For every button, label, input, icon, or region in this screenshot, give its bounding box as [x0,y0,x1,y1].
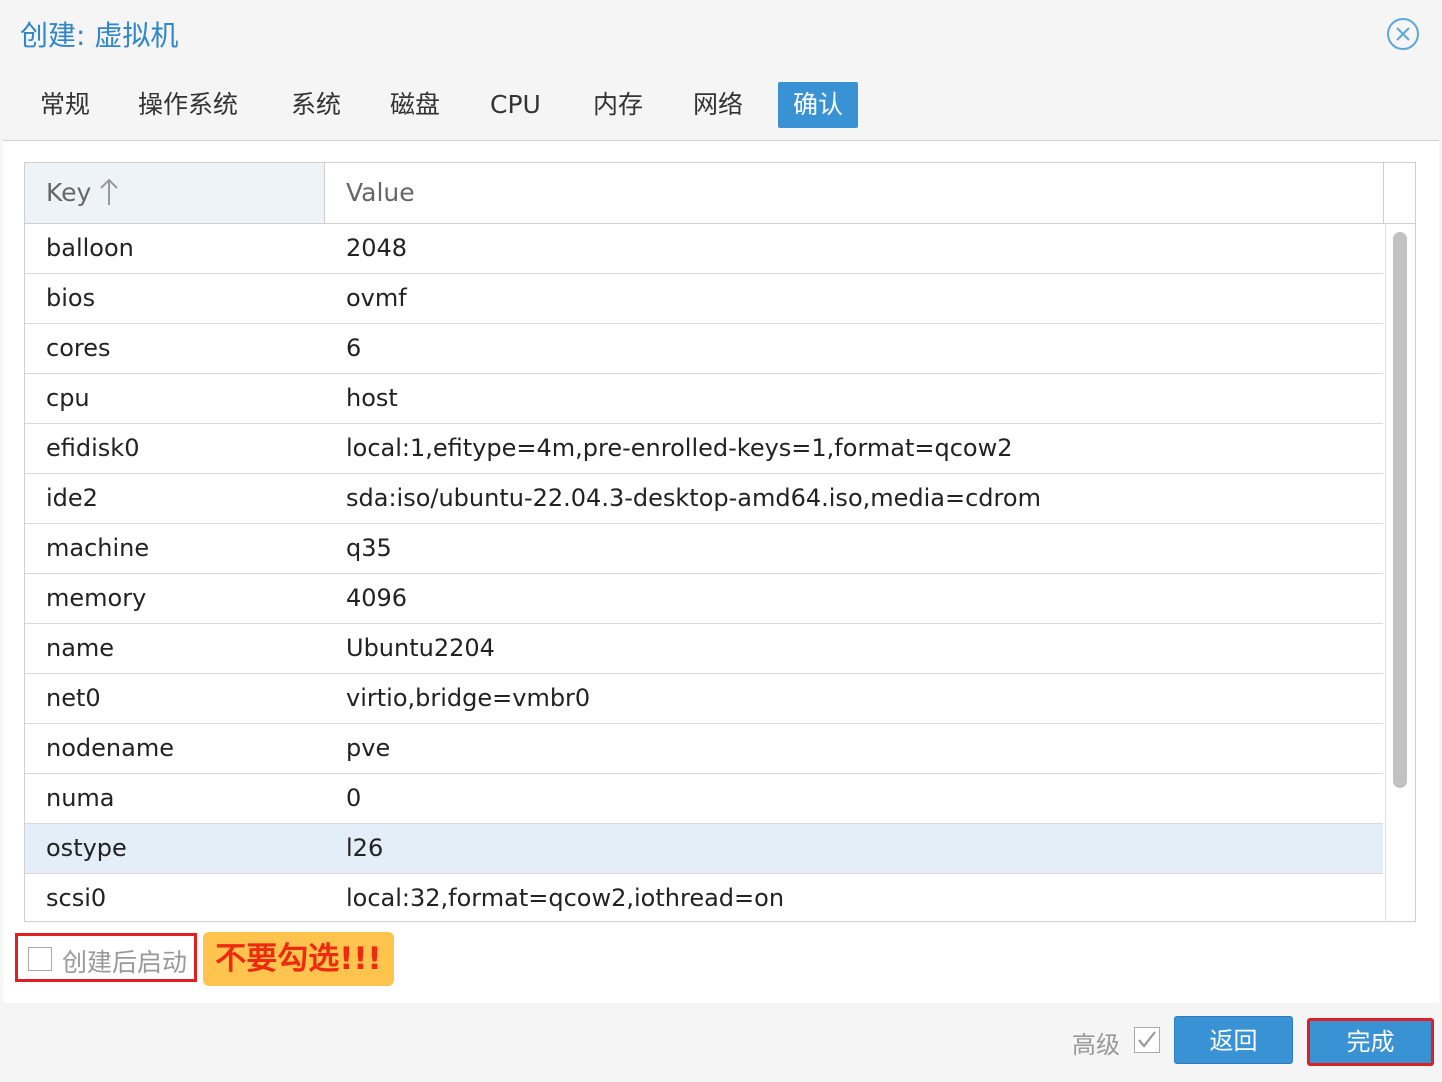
tab-system[interactable]: 系统 [276,82,356,128]
row-key: ide2 [46,484,98,512]
column-header-value[interactable]: Value [325,163,1384,223]
tab-memory[interactable]: 内存 [578,82,658,128]
tab-confirm[interactable]: 确认 [778,82,859,128]
table-row[interactable]: memory 4096 [25,574,1383,624]
scrollbar-thumb[interactable] [1393,232,1407,788]
row-value: host [346,384,398,412]
start-after-create-checkbox[interactable] [28,947,52,971]
create-vm-dialog: 创建: 虚拟机 常规 操作系统 系统 磁盘 CPU 内存 网络 确认 Key V… [0,0,1442,1082]
row-key: name [46,634,115,662]
back-button[interactable]: 返回 [1174,1016,1293,1064]
arrow-up-icon [99,177,119,207]
table-row[interactable]: ostype l26 [25,824,1383,874]
row-value: q35 [346,534,392,562]
column-header-key[interactable]: Key [25,163,325,223]
advanced-label: 高级 [1072,1031,1120,1059]
close-icon[interactable] [1386,17,1420,51]
row-key: machine [46,534,150,562]
tab-general[interactable]: 常规 [25,82,105,128]
tab-cpu[interactable]: CPU [475,82,556,128]
row-value: virtio,bridge=vmbr0 [346,684,591,712]
row-key: efidisk0 [46,434,140,462]
row-value: 4096 [346,584,408,612]
table-row[interactable]: bios ovmf [25,274,1383,324]
row-key: bios [46,284,96,312]
row-value: 0 [346,784,362,812]
grid-header: Key Value [25,163,1415,224]
column-key-label: Key [46,178,92,207]
table-row[interactable]: net0 virtio,bridge=vmbr0 [25,674,1383,724]
row-value: local:32,format=qcow2,iothread=on [346,884,785,912]
table-row[interactable]: nodename pve [25,724,1383,774]
row-key: numa [46,784,115,812]
start-after-create-option[interactable]: 创建后启动 [15,933,197,982]
row-value: 2048 [346,234,408,262]
vertical-scrollbar[interactable] [1385,224,1415,921]
checkmark-icon [1138,1031,1156,1048]
table-row[interactable]: machine q35 [25,524,1383,574]
start-after-create-label: 创建后启动 [62,948,188,977]
dialog-title: 创建: 虚拟机 [20,19,179,52]
summary-grid: Key Value balloon 2048 bios ovmf cores 6 cpu ho… [24,162,1416,922]
row-key: nodename [46,734,174,762]
row-key: balloon [46,234,134,262]
row-value: sda:iso/ubuntu-22.04.3-desktop-amd64.iso… [346,484,1041,512]
table-row[interactable]: ide2 sda:iso/ubuntu-22.04.3-desktop-amd64… [25,474,1383,524]
row-key: cores [46,334,111,362]
table-row[interactable]: efidisk0 local:1,efitype=4m,pre-enrolled-… [25,424,1383,474]
tab-network[interactable]: 网络 [678,82,758,128]
table-row[interactable]: numa 0 [25,774,1383,824]
row-value: l26 [346,834,384,862]
table-row[interactable]: cores 6 [25,324,1383,374]
row-key: scsi0 [46,884,107,912]
warning-annotation: 不要勾选!!! [203,932,394,986]
table-row[interactable]: balloon 2048 [25,224,1383,274]
row-key: net0 [46,684,101,712]
table-row[interactable]: cpu host [25,374,1383,424]
table-row[interactable]: name Ubuntu2204 [25,624,1383,674]
row-key: cpu [46,384,90,412]
row-value: pve [346,734,391,762]
tab-os[interactable]: 操作系统 [123,82,253,128]
row-key: memory [46,584,147,612]
row-value: local:1,efitype=4m,pre-enrolled-keys=1,f… [346,434,1013,462]
tab-disk[interactable]: 磁盘 [375,82,455,128]
row-value: 6 [346,334,362,362]
row-value: Ubuntu2204 [346,634,495,662]
column-value-label: Value [346,178,415,207]
table-row[interactable]: scsi0 local:32,format=qcow2,iothread=on [25,874,1383,921]
advanced-checkbox[interactable] [1134,1027,1160,1053]
row-key: ostype [46,834,127,862]
row-value: ovmf [346,284,407,312]
finish-button[interactable]: 完成 [1307,1018,1434,1066]
